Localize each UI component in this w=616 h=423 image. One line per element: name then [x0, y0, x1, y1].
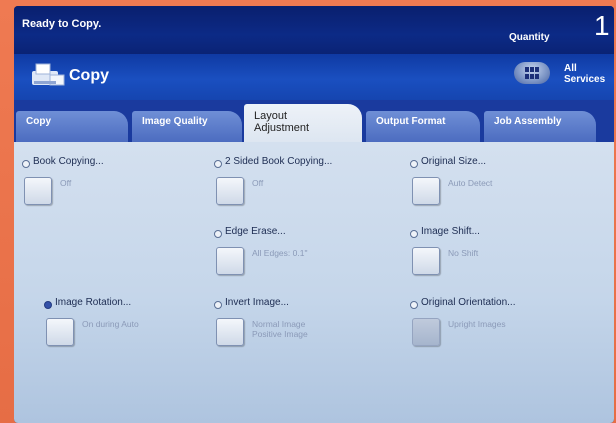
tab-image-quality-label: Image Quality	[142, 116, 208, 127]
book-copying-radio[interactable]	[22, 160, 30, 168]
feature-image-rotation: Image Rotation... On during Auto	[44, 297, 229, 367]
tab-copy-label: Copy	[26, 116, 51, 127]
edge-erase-radio[interactable]	[214, 230, 222, 238]
tab-output-format[interactable]: Output Format	[366, 111, 480, 142]
all-services-button[interactable]	[514, 62, 550, 84]
image-rotation-radio[interactable]	[44, 301, 52, 309]
2-sided-book-copying-label: 2 Sided Book Copying...	[225, 156, 333, 167]
2-sided-book-copying-radio[interactable]	[214, 160, 222, 168]
touch-screen: Ready to Copy. Quantity 1 Copy All Servi…	[14, 6, 614, 423]
image-shift-label: Image Shift...	[421, 226, 480, 237]
feature-2-sided-book-copying: 2 Sided Book Copying... Off	[214, 156, 399, 226]
invert-image-label: Invert Image...	[225, 297, 289, 308]
invert-image-value-line1: Normal Image	[252, 319, 306, 329]
feature-original-orientation: Original Orientation... Upright Images	[410, 297, 595, 367]
layout-adjustment-panel: Book Copying... Off 2 Sided Book Copying…	[14, 142, 614, 423]
original-size-radio[interactable]	[410, 160, 418, 168]
invert-image-radio[interactable]	[214, 301, 222, 309]
2-sided-book-copying-value: Off	[252, 178, 264, 188]
original-orientation-label: Original Orientation...	[421, 297, 516, 308]
2-sided-book-copying-button[interactable]	[216, 177, 244, 205]
book-copying-button[interactable]	[24, 177, 52, 205]
original-size-value: Auto Detect	[448, 178, 493, 188]
feature-book-copying: Book Copying... Off	[22, 156, 207, 226]
feature-invert-image: Invert Image... Normal Image Positive Im…	[214, 297, 399, 367]
quantity-value[interactable]: 1	[594, 10, 610, 42]
image-shift-value: No Shift	[448, 248, 479, 258]
original-orientation-radio[interactable]	[410, 301, 418, 309]
grid-icon	[525, 67, 539, 79]
all-services-label[interactable]: All Services	[564, 63, 605, 85]
edge-erase-value: All Edges: 0.1"	[252, 248, 308, 258]
app-header: Copy All Services	[14, 54, 614, 100]
tab-job-assembly-label: Job Assembly	[494, 116, 562, 127]
image-shift-radio[interactable]	[410, 230, 418, 238]
image-shift-button[interactable]	[412, 247, 440, 275]
image-rotation-label: Image Rotation...	[55, 297, 132, 308]
invert-image-value-line2: Positive Image	[252, 329, 308, 339]
tab-copy[interactable]: Copy	[16, 111, 128, 142]
original-size-label: Original Size...	[421, 156, 487, 167]
edge-erase-button[interactable]	[216, 247, 244, 275]
original-orientation-value: Upright Images	[448, 319, 506, 329]
app-title: Copy	[69, 67, 109, 84]
all-services-label-line1: All	[564, 63, 577, 74]
copy-machine-icon	[32, 63, 65, 86]
all-services-label-line2: Services	[564, 74, 606, 85]
invert-image-button[interactable]	[216, 318, 244, 346]
quantity-label: Quantity	[509, 32, 550, 43]
original-size-button[interactable]	[412, 177, 440, 205]
tab-image-quality[interactable]: Image Quality	[132, 111, 242, 142]
feature-edge-erase: Edge Erase... All Edges: 0.1"	[214, 226, 399, 296]
tab-job-assembly[interactable]: Job Assembly	[484, 111, 596, 142]
tab-layout-adjustment-label-line1: Layout	[254, 110, 288, 122]
status-bar: Ready to Copy. Quantity 1	[14, 6, 614, 54]
image-rotation-value: On during Auto	[82, 319, 139, 329]
tab-layout-adjustment[interactable]: Layout Adjustment	[244, 104, 362, 142]
tab-output-format-label: Output Format	[376, 116, 446, 127]
feature-original-size: Original Size... Auto Detect	[410, 156, 595, 226]
book-copying-value: Off	[60, 178, 72, 188]
feature-image-shift: Image Shift... No Shift	[410, 226, 595, 296]
edge-erase-label: Edge Erase...	[225, 226, 286, 237]
tab-layout-adjustment-label-line2: Adjustment	[254, 122, 310, 134]
tab-bar: Copy Image Quality Layout Adjustment Out…	[14, 100, 614, 142]
image-rotation-button[interactable]	[46, 318, 74, 346]
original-orientation-button[interactable]	[412, 318, 440, 346]
book-copying-label: Book Copying...	[33, 156, 104, 167]
invert-image-value: Normal Image Positive Image	[252, 319, 308, 339]
status-message: Ready to Copy.	[22, 18, 102, 30]
